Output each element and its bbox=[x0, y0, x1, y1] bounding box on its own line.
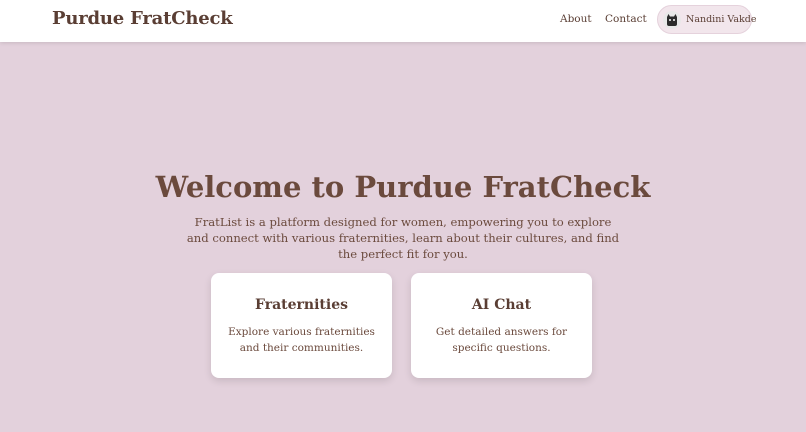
card-description: Get detailed answers for specific questi… bbox=[435, 326, 568, 354]
user-name: Nandini Vakde bbox=[686, 14, 757, 25]
card-description: Explore various fraternities and their c… bbox=[228, 326, 375, 354]
nav-link-contact[interactable]: Contact bbox=[605, 13, 647, 25]
cat-avatar-icon bbox=[663, 10, 681, 29]
hero-title: Welcome to Purdue FratCheck bbox=[155, 170, 651, 204]
user-profile-button[interactable]: Nandini Vakde bbox=[657, 5, 757, 34]
card-title: Fraternities bbox=[255, 297, 348, 313]
nav-link-about[interactable]: About bbox=[560, 13, 592, 25]
top-navbar: Purdue FratCheck About Contact Nandini V… bbox=[0, 0, 806, 42]
card-title: AI Chat bbox=[471, 297, 532, 313]
brand-logo-text[interactable]: Purdue FratCheck bbox=[52, 8, 233, 29]
hero-description: FratList is a platform designed for wome… bbox=[186, 215, 620, 261]
ai-chat-card[interactable]: AI Chat Get detailed answers for specifi… bbox=[411, 273, 592, 378]
fraternities-card[interactable]: Fraternities Explore various fraternitie… bbox=[211, 273, 392, 378]
